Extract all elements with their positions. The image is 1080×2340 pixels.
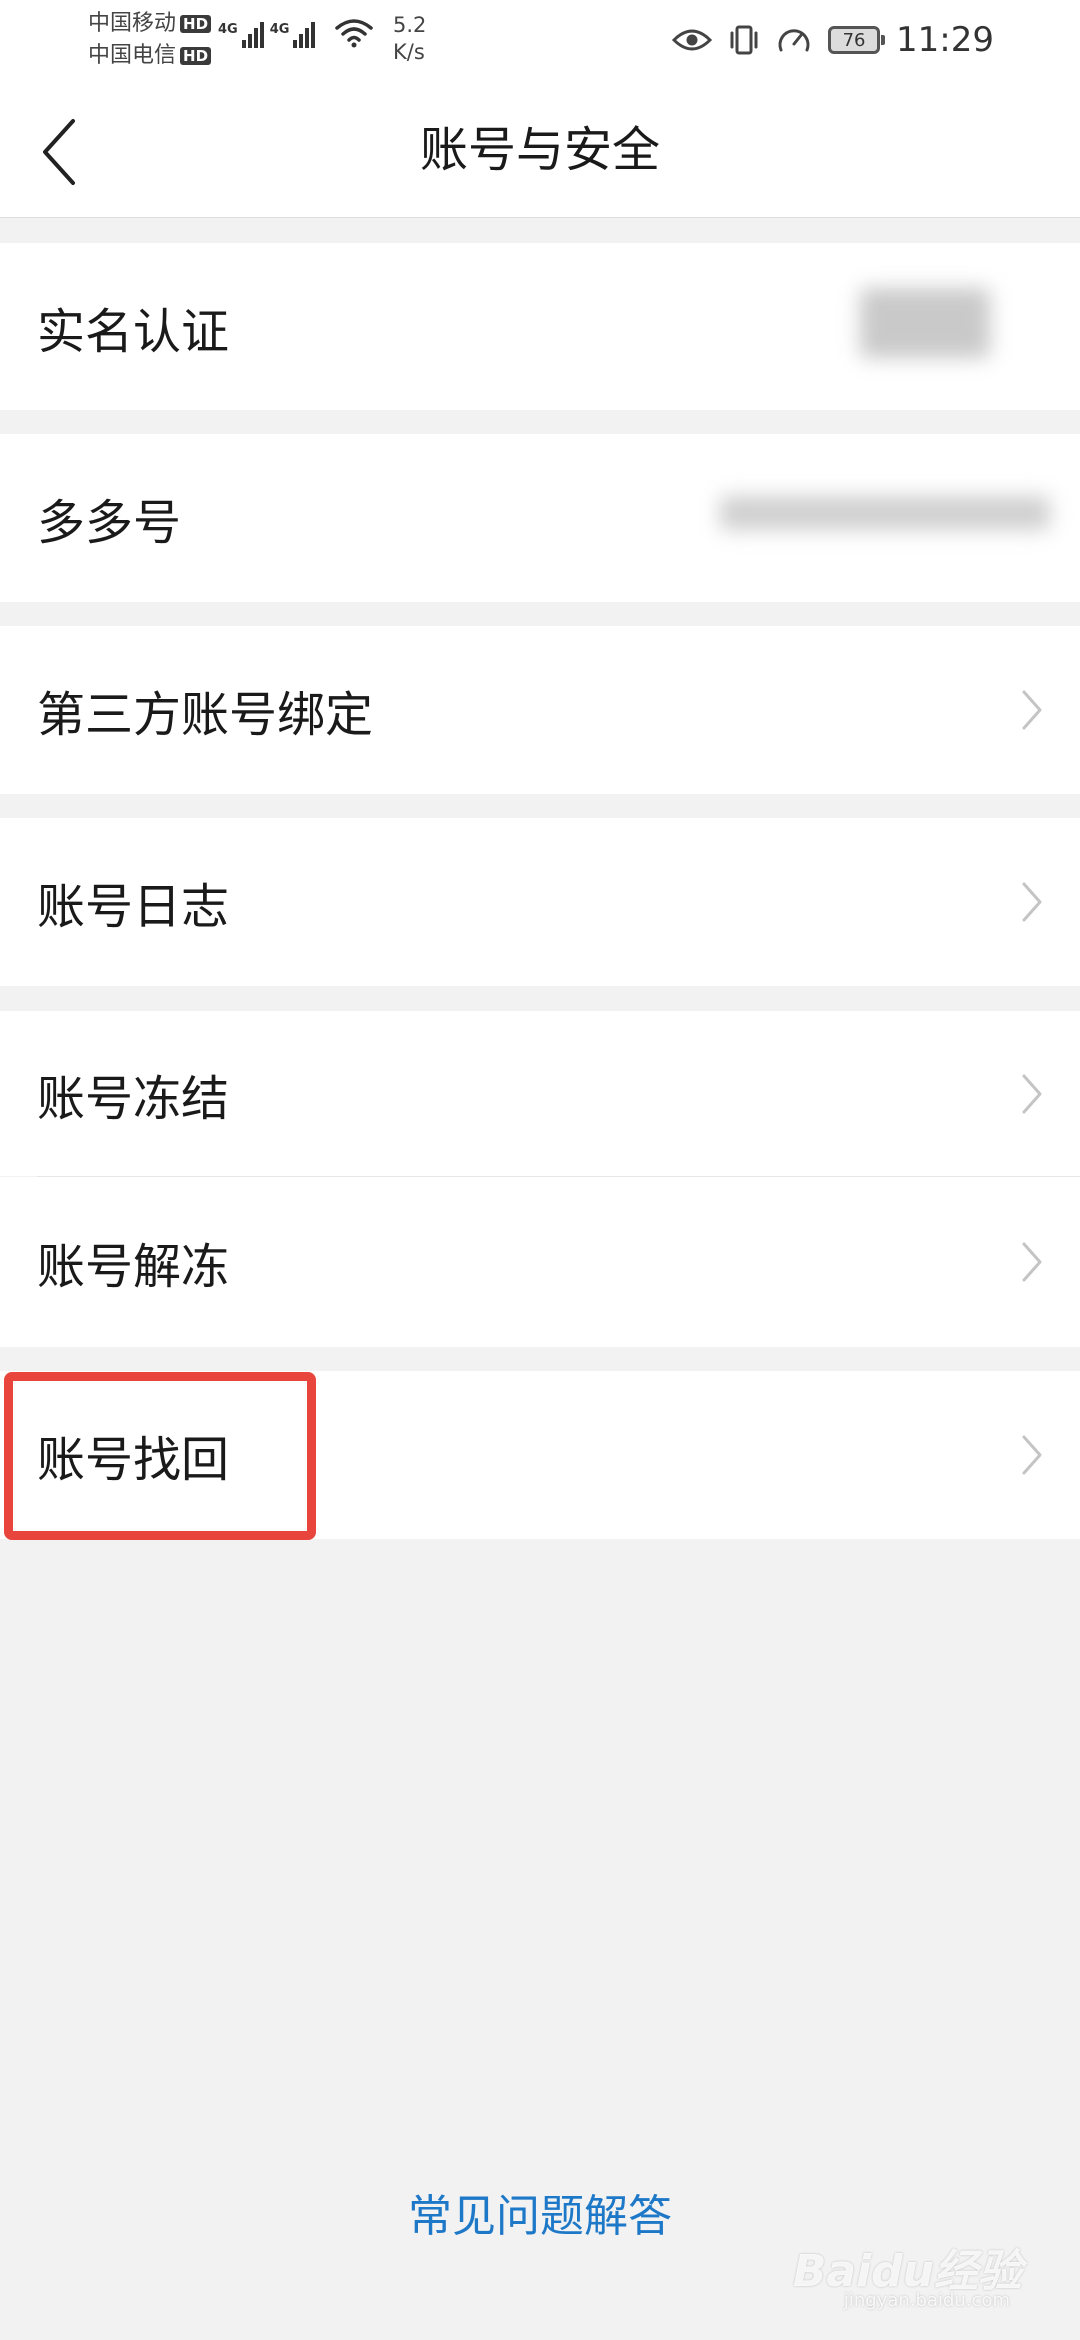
menu-item-account-freeze[interactable]: 账号冻结: [0, 1011, 1080, 1176]
carrier-1-label: 中国移动: [88, 11, 177, 36]
menu-item-label: 多多号: [37, 495, 182, 551]
status-right-group: 76 11:29: [672, 20, 994, 60]
signal-indicators: 4G 4G: [218, 18, 374, 48]
menu-item-account-recovery[interactable]: 账号找回: [0, 1371, 1080, 1539]
status-bar: 中国移动 HD 中国电信 HD 4G 4G 5.2 K/s 76 11:29: [0, 0, 1080, 82]
menu-item-label: 账号冻结: [37, 1070, 230, 1127]
page-title: 账号与安全: [419, 122, 660, 178]
network-type-label: 4G: [269, 22, 290, 37]
network-type-label: 4G: [218, 22, 238, 37]
chevron-right-icon: [1022, 690, 1042, 730]
signal-strength-icon: 4G: [270, 22, 316, 48]
battery-level: 76: [842, 29, 866, 51]
carrier-2-label: 中国电信: [88, 43, 177, 68]
menu-item-real-name-verification[interactable]: 实名认证: [0, 243, 1080, 410]
speedometer-icon: [778, 29, 810, 52]
menu-item-label: 实名认证: [37, 303, 230, 360]
chevron-right-icon: [1022, 1074, 1042, 1113]
network-speed: 5.2 K/s: [393, 12, 426, 66]
menu-item-label: 第三方账号绑定: [37, 687, 374, 743]
eye-icon: [672, 29, 713, 51]
verified-name-value-blurred: [860, 288, 990, 358]
hd-badge: HD: [180, 47, 212, 65]
menu-item-label: 账号日志: [37, 879, 230, 935]
chevron-right-icon: [1022, 1242, 1042, 1282]
chevron-right-icon: [1022, 882, 1042, 922]
menu-item-label: 账号找回: [37, 1432, 230, 1488]
clock: 11:29: [896, 20, 994, 60]
account-security-screen: 中国移动 HD 中国电信 HD 4G 4G 5.2 K/s 76 11:29 账…: [0, 0, 1080, 2340]
hd-badge: HD: [180, 15, 212, 33]
menu-item-label: 账号解冻: [37, 1239, 230, 1295]
wifi-icon: [335, 19, 374, 48]
chevron-right-icon: [1022, 1435, 1042, 1475]
menu-item-account-unfreeze[interactable]: 账号解冻: [0, 1177, 1080, 1347]
menu-item-duoduo-id[interactable]: 多多号: [0, 434, 1080, 602]
header-bar: 账号与安全: [0, 82, 1080, 218]
duoduo-id-value-blurred: [720, 496, 1050, 530]
vibrate-icon: [730, 25, 758, 55]
battery-icon: 76: [828, 26, 886, 54]
carrier-info: 中国移动 HD 中国电信 HD: [88, 8, 212, 72]
baidu-watermark-domain: jingyan.baidu.com: [843, 2290, 1010, 2311]
signal-strength-icon: 4G: [218, 22, 264, 48]
net-speed-unit: K/s: [393, 40, 425, 64]
menu-item-account-log[interactable]: 账号日志: [0, 818, 1080, 986]
net-speed-value: 5.2: [393, 13, 427, 37]
menu-item-third-party-binding[interactable]: 第三方账号绑定: [0, 626, 1080, 794]
